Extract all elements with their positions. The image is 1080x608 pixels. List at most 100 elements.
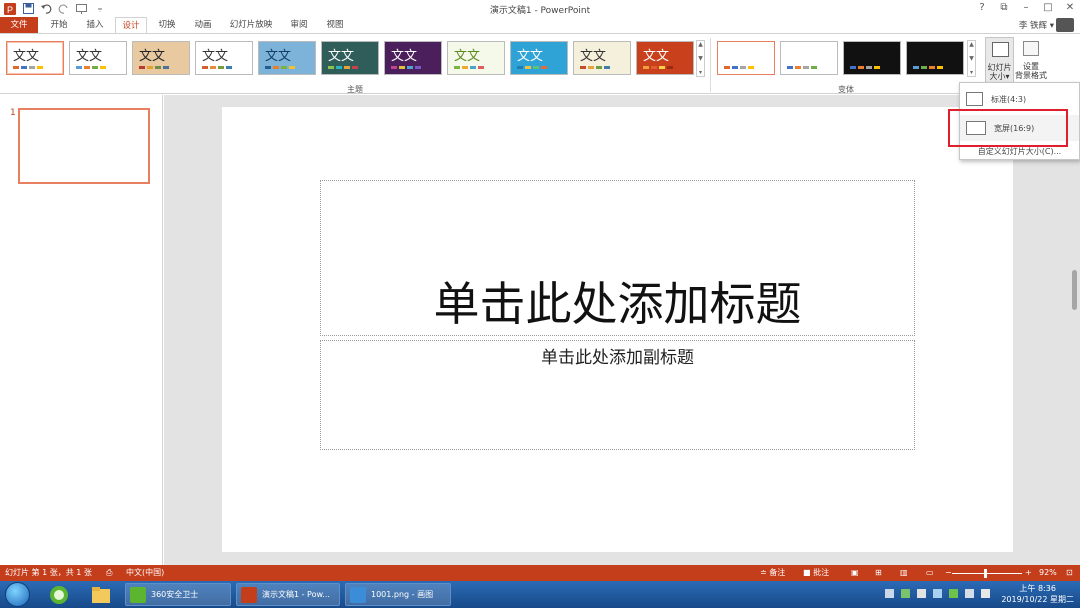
ribbon-display-options-button[interactable]: ⧉ [998,2,1010,13]
reading-view-icon[interactable]: ▥ [900,565,908,581]
tab-view[interactable]: 视图 [320,17,350,33]
tray-battery-icon[interactable] [901,589,910,598]
theme-tile[interactable]: 文文 [636,41,694,75]
color-swatch [139,66,145,69]
tab-slide-show[interactable]: 幻灯片放映 [224,17,278,33]
theme-color-swatches [328,66,358,69]
theme-tile-label: 文文 [580,49,607,64]
task-app-icon [241,586,257,603]
browser-icon[interactable] [48,585,70,605]
color-swatch [596,66,602,69]
variant-tile[interactable] [906,41,964,75]
clock-date: 2019/10/22 星期二 [1001,595,1074,604]
variants-gallery-scroll[interactable]: ▲ ▼ ▾ [967,40,976,77]
task-app-icon [130,586,146,603]
theme-tile-label: 文文 [265,49,292,64]
maximize-button[interactable]: □ [1042,2,1054,13]
theme-tile[interactable]: 文文 [447,41,505,75]
gallery-more-icon[interactable]: ▾ [970,69,973,76]
tab-design[interactable]: 设计 [115,17,147,34]
zoom-out-button[interactable]: − [945,565,952,581]
notes-button[interactable]: ≐ 备注 [760,565,785,581]
zoom-in-button[interactable]: + [1025,565,1032,581]
vertical-scrollbar-thumb[interactable] [1072,270,1077,310]
zoom-level[interactable]: 92% [1039,565,1057,581]
variant-color-swatches [787,66,817,69]
tab-animations[interactable]: 动画 [188,17,218,33]
taskbar-task[interactable]: 360安全卫士 [125,583,231,606]
theme-color-swatches [13,66,43,69]
variant-tile[interactable] [843,41,901,75]
tab-review[interactable]: 审阅 [284,17,314,33]
format-background-button[interactable]: 设置 背景格式 [1014,37,1048,87]
scroll-up-icon[interactable]: ▲ [698,41,703,48]
group-divider [710,38,711,92]
scroll-up-icon[interactable]: ▲ [969,41,974,48]
theme-tile[interactable]: 文文 [321,41,379,75]
theme-tile[interactable]: 文文 [573,41,631,75]
help-button[interactable]: ? [976,2,988,13]
file-explorer-icon[interactable] [90,585,112,605]
close-button[interactable]: ✕ [1064,2,1076,13]
theme-tile[interactable]: 文文 [6,41,64,75]
color-swatch [210,66,216,69]
color-swatch [92,66,98,69]
spell-check-icon[interactable]: ⎙ [106,565,112,581]
color-swatch [643,66,649,69]
variant-tile[interactable] [717,41,775,75]
color-swatch [525,66,531,69]
theme-tile[interactable]: 文文 [132,41,190,75]
avatar[interactable] [1056,18,1074,32]
theme-tile-label: 文文 [13,49,40,64]
color-swatch [100,66,106,69]
tray-360-icon[interactable] [949,589,958,598]
menu-item-custom-size[interactable]: 自定义幻灯片大小(C)... [960,146,1079,157]
theme-tile-label: 文文 [76,49,103,64]
slide-thumbnail[interactable] [18,108,150,184]
theme-tile[interactable]: 文文 [384,41,442,75]
color-swatch [344,66,350,69]
scroll-down-icon[interactable]: ▼ [969,55,974,62]
fit-slide-icon[interactable]: ⊡ [1066,565,1073,581]
themes-gallery-scroll[interactable]: ▲ ▼ ▾ [696,40,705,77]
color-swatch [748,66,754,69]
tab-insert[interactable]: 插入 [80,17,110,33]
title-bar: P ⩦ 演示文稿1 - PowerPoint ? ⧉ – □ ✕ [0,0,1080,17]
taskbar-task[interactable]: 1001.png - 画图 [345,583,451,606]
comments-button[interactable]: ■ 批注 [803,565,829,581]
zoom-slider-track[interactable] [952,573,1022,574]
theme-tile[interactable]: 文文 [69,41,127,75]
normal-view-icon[interactable]: ▣ [851,565,859,581]
tray-keyboard-icon[interactable] [885,589,894,598]
gallery-more-icon[interactable]: ▾ [699,69,702,76]
tray-display-icon[interactable] [965,589,974,598]
tray-network-icon[interactable] [933,589,942,598]
color-swatch [352,66,358,69]
slide-show-icon[interactable]: ▭ [926,565,934,581]
slide-size-button[interactable]: 幻灯片 大小▾ [985,37,1014,87]
theme-tile[interactable]: 文文 [258,41,316,75]
color-swatch [724,66,730,69]
color-swatch [226,66,232,69]
taskbar-task[interactable]: 演示文稿1 - Pow... [236,583,340,606]
minimize-button[interactable]: – [1020,2,1032,13]
tray-volume-icon[interactable] [981,589,990,598]
variant-tile[interactable] [780,41,838,75]
slide-sorter-icon[interactable]: ⊞ [875,565,882,581]
theme-tile[interactable]: 文文 [510,41,568,75]
format-background-label: 设置 [1023,62,1039,71]
scroll-down-icon[interactable]: ▼ [698,55,703,62]
tab-home[interactable]: 开始 [44,17,74,33]
tray-input-icon[interactable] [917,589,926,598]
theme-tile[interactable]: 文文 [195,41,253,75]
language-status[interactable]: 中文(中国) [126,565,164,581]
start-button[interactable] [5,582,30,607]
taskbar-clock[interactable]: 上午 8:36 2019/10/22 星期二 [1001,583,1074,605]
window-title: 演示文稿1 - PowerPoint [489,6,591,16]
ribbon-design: ▲ ▼ ▾ 主题 ▲ ▼ ▾ 变体 幻灯片 大小▾ 设置 背景格式 文文 文文 文文 文文 文文… [0,33,1080,94]
tab-transitions[interactable]: 切换 [152,17,182,33]
tab-file[interactable]: 文件 [0,17,38,33]
color-swatch [399,66,405,69]
zoom-slider-thumb[interactable] [984,569,987,578]
user-account[interactable]: 李 铁辉 ▾ [1019,19,1054,31]
